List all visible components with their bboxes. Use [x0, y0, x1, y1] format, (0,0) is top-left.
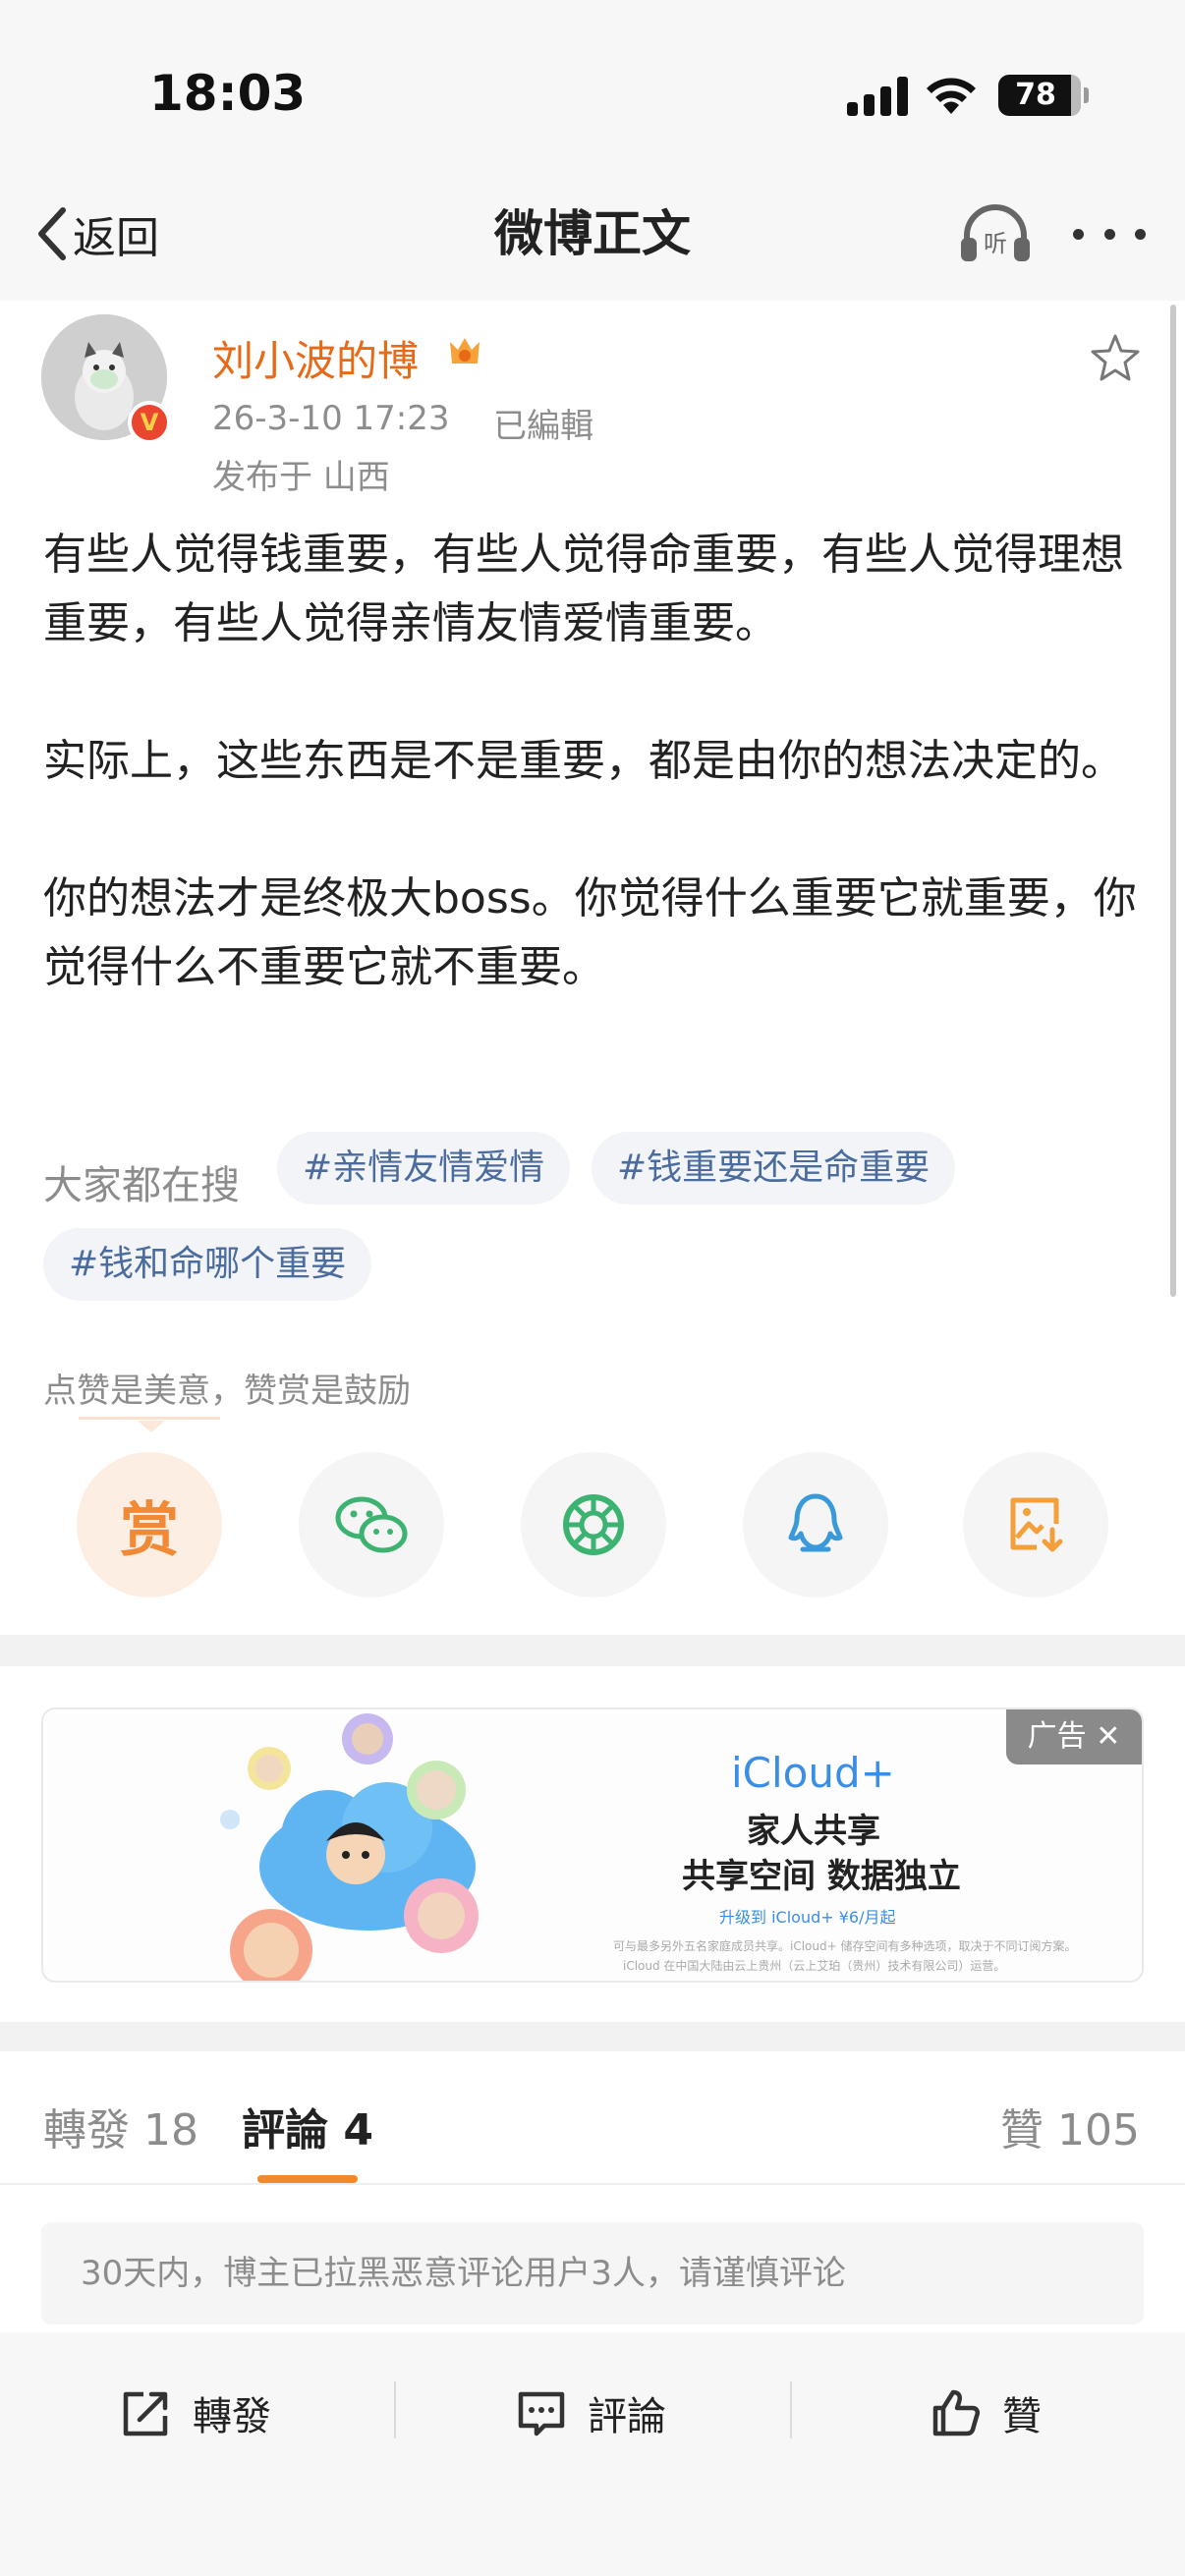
post-paragraph: 你的想法才是终极大boss。你觉得什么重要它就重要，你觉得什么不重要它就不重要。 — [43, 873, 1137, 992]
wechat-icon — [335, 1496, 408, 1553]
share-moments-button[interactable] — [521, 1452, 666, 1597]
ad-illustration — [220, 1713, 479, 1981]
more-dot-icon — [1103, 228, 1115, 240]
ad-fine-print: 可与最多另外五名家庭成员共享。iCloud+ 储存空间有多种选项，取决于不同订阅… — [613, 1939, 1077, 1953]
avatar[interactable]: V — [41, 314, 171, 444]
post-paragraph: 有些人觉得钱重要，有些人觉得命重要，有些人觉得理想重要，有些人觉得亲情友情爱情重… — [43, 530, 1124, 648]
save-image-button[interactable] — [963, 1452, 1108, 1597]
header: 18:03 78 返回 微博正文 听 — [0, 0, 1185, 301]
crown-badge-icon — [450, 338, 480, 364]
signal-icon — [847, 77, 908, 116]
post-location: 发布于 山西 — [212, 458, 390, 497]
blocked-users-notice: 30天内，博主已拉黑恶意评论用户3人，请谨慎评论 — [41, 2222, 1144, 2324]
active-tab-indicator — [257, 2175, 358, 2183]
post-paragraph: 实际上，这些东西是不是重要，都是由你的想法决定的。 — [43, 736, 1124, 786]
qq-icon — [788, 1493, 843, 1552]
hot-search-tag[interactable]: #钱和命哪个重要 — [43, 1228, 372, 1301]
reward-button[interactable]: 赏 — [77, 1452, 222, 1597]
repost-label: 轉發 — [193, 2394, 271, 2439]
repost-icon — [123, 2391, 168, 2436]
section-divider — [0, 2022, 1185, 2051]
ad-subheadline: 共享空间 数据独立 — [682, 1857, 961, 1896]
scrollbar[interactable] — [1170, 305, 1176, 1297]
more-dot-icon — [1135, 228, 1146, 240]
thumbs-up-icon — [932, 2389, 981, 2436]
more-dot-icon — [1073, 228, 1084, 240]
share-qq-button[interactable] — [743, 1452, 888, 1597]
repost-button[interactable]: 轉發 — [120, 2381, 271, 2444]
hot-search-label: 大家都在搜 — [43, 1163, 240, 1208]
reward-underline — [79, 1417, 220, 1420]
username[interactable]: 刘小波的博 — [212, 328, 419, 388]
svg-text:听: 听 — [984, 230, 1007, 257]
share-wechat-button[interactable] — [299, 1452, 444, 1597]
comment-icon — [518, 2391, 565, 2436]
interaction-tabs: 轉發 18 評論 4 贊 105 — [0, 2051, 1185, 2185]
reward-icon: 赏 — [120, 1495, 179, 1565]
ad-banner[interactable]: 广告 ✕ iCloud+ 家人共享 共享空间 数据独立 升级到 iCloud+ … — [41, 1708, 1144, 1983]
edited-label[interactable]: 已編輯 — [493, 399, 593, 447]
tab-comments[interactable]: 評論 4 — [242, 2095, 373, 2157]
save-image-icon — [1010, 1497, 1063, 1552]
moments-icon — [563, 1494, 624, 1555]
bottom-action-bar: 轉發 評論 贊 — [0, 2332, 1185, 2576]
divider — [394, 2381, 396, 2438]
tab-likes[interactable]: 贊 105 — [1000, 2095, 1140, 2157]
tab-reposts[interactable]: 轉發 18 — [43, 2095, 198, 2157]
status-time: 18:03 — [149, 65, 307, 122]
like-label: 贊 — [1002, 2394, 1042, 2439]
divider — [790, 2381, 792, 2438]
reward-hint: 点赞是美意，赞赏是鼓励 — [43, 1372, 411, 1411]
comment-label: 評論 — [588, 2394, 666, 2439]
battery-icon: 78 — [998, 75, 1089, 116]
listen-button[interactable]: 听 — [957, 202, 1034, 265]
ad-cta[interactable]: 升级到 iCloud+ ¥6/月起 — [719, 1904, 895, 1928]
section-divider — [0, 1635, 1185, 1666]
reward-pointer — [138, 1421, 165, 1432]
hot-search-tag[interactable]: #亲情友情爱情 — [277, 1132, 571, 1204]
more-button[interactable] — [1073, 216, 1146, 252]
comment-button[interactable]: 評論 — [515, 2381, 666, 2444]
post-timestamp: 26-3-10 17:23 — [212, 399, 450, 438]
battery-level: 78 — [1015, 78, 1056, 112]
star-icon[interactable] — [1089, 332, 1142, 383]
wifi-icon — [927, 78, 976, 114]
headphones-icon: 听 — [961, 204, 1030, 261]
post-content: 有些人觉得钱重要，有些人觉得命重要，有些人觉得理想重要，有些人觉得亲情友情爱情重… — [43, 521, 1144, 1071]
ad-brand: iCloud+ — [731, 1749, 895, 1797]
like-button[interactable]: 贊 — [930, 2381, 1042, 2444]
ad-close-button[interactable]: 广告 ✕ — [1006, 1709, 1142, 1764]
ad-headline: 家人共享 — [747, 1812, 880, 1851]
verified-badge-icon: V — [128, 401, 171, 444]
hot-search-tag[interactable]: #钱重要还是命重要 — [592, 1132, 956, 1204]
ad-fine-print: iCloud 在中国大陆由云上贵州（云上艾珀（贵州）技术有限公司）运营。 — [623, 1959, 1006, 1973]
